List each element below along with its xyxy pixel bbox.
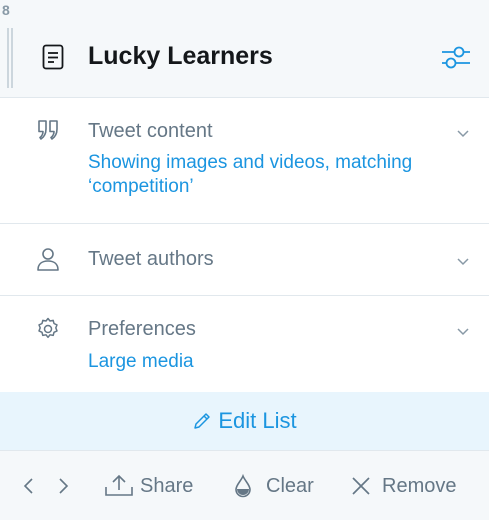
remove-label: Remove [382, 474, 457, 497]
section-title: Tweet content [88, 120, 213, 142]
section-tweet-authors[interactable]: Tweet authors [0, 224, 489, 296]
edit-list-button[interactable]: Edit List [0, 392, 489, 450]
column-header: Lucky Learners [0, 0, 489, 98]
section-summary: Large media [88, 351, 194, 372]
sliders-icon[interactable] [440, 42, 472, 72]
user-icon [37, 248, 59, 271]
close-icon [352, 477, 370, 495]
drop-icon [235, 474, 251, 498]
column-title: Lucky Learners [88, 42, 273, 70]
quote-icon [38, 120, 58, 140]
edit-list-label: Edit List [218, 408, 297, 433]
list-icon [42, 44, 64, 70]
chevron-down-icon[interactable] [456, 256, 470, 266]
move-left-button[interactable] [22, 451, 36, 520]
column-number: 8 [2, 2, 10, 18]
chevron-down-icon[interactable] [456, 326, 470, 336]
drag-handle[interactable] [7, 28, 15, 88]
share-button[interactable]: Share [104, 451, 193, 520]
clear-label: Clear [266, 474, 314, 497]
remove-button[interactable]: Remove [350, 451, 456, 520]
clear-button[interactable]: Clear [234, 451, 314, 520]
section-preferences[interactable]: Preferences Large media [0, 296, 489, 392]
share-label: Share [140, 474, 194, 497]
section-title: Preferences [88, 318, 196, 340]
pencil-icon [194, 413, 211, 429]
list-column-panel: Lucky Learners 8 Tweet content Showing i… [0, 0, 489, 520]
section-summary: Showing images and videos, matching ‘com… [88, 152, 413, 197]
gear-icon [38, 317, 58, 339]
share-icon [105, 474, 133, 496]
section-tweet-content[interactable]: Tweet content Showing images and videos,… [0, 98, 489, 224]
column-footer: Share Clear Remove [0, 450, 489, 520]
chevron-left-icon [23, 478, 33, 494]
move-right-button[interactable] [56, 451, 70, 520]
chevron-right-icon [59, 478, 69, 494]
chevron-down-icon[interactable] [456, 128, 470, 138]
section-title: Tweet authors [88, 248, 214, 270]
